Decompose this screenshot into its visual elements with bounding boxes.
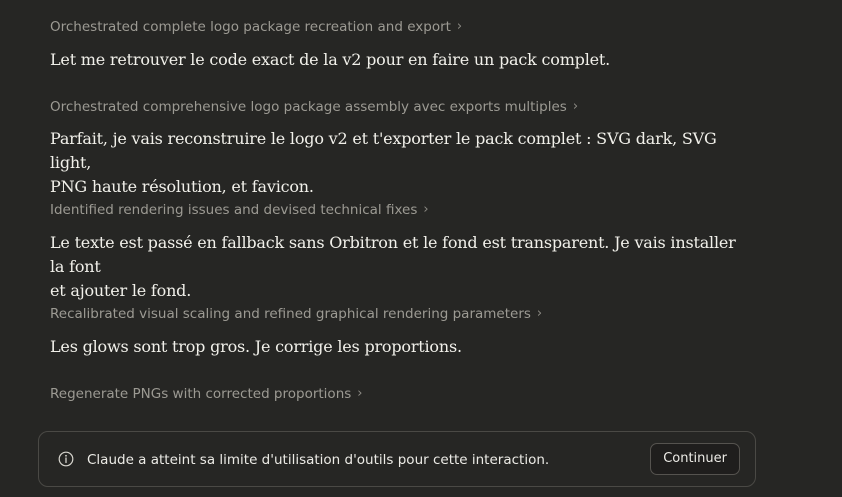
- tool-limit-notice: Claude a atteint sa limite d'utilisation…: [38, 431, 756, 487]
- step-label: Orchestrated comprehensive logo package …: [50, 99, 567, 115]
- assistant-message: Les glows sont trop gros. Je corrige les…: [50, 335, 740, 359]
- step-label: Orchestrated complete logo package recre…: [50, 19, 451, 35]
- step-summary-logo-package-recreation[interactable]: Orchestrated complete logo package recre…: [50, 18, 462, 37]
- chevron-right-icon: ›: [357, 386, 363, 401]
- chevron-right-icon: ›: [456, 19, 463, 34]
- step-label: Recalibrated visual scaling and refined …: [50, 306, 531, 322]
- step-summary-rendering-issues[interactable]: Identified rendering issues and devised …: [50, 201, 429, 220]
- step-summary-regenerate-pngs[interactable]: Regenerate PNGs with corrected proportio…: [50, 385, 362, 404]
- message-line: Parfait, je vais reconstruire le logo v2…: [50, 129, 717, 172]
- message-line: Le texte est passé en fallback sans Orbi…: [50, 233, 736, 276]
- continue-button[interactable]: Continuer: [650, 443, 740, 475]
- step-summary-visual-scaling[interactable]: Recalibrated visual scaling and refined …: [50, 305, 542, 324]
- chevron-right-icon: ›: [536, 306, 543, 321]
- message-text: Let me retrouver le code exact de la v2 …: [50, 50, 611, 69]
- message-line: et ajouter le fond.: [50, 281, 192, 300]
- info-icon: [58, 451, 74, 467]
- message-text: Les glows sont trop gros. Je corrige les…: [50, 337, 462, 356]
- chevron-right-icon: ›: [572, 99, 579, 114]
- step-label: Identified rendering issues and devised …: [50, 202, 418, 218]
- message-line: PNG haute résolution, et favicon.: [50, 177, 314, 196]
- chevron-right-icon: ›: [423, 202, 429, 217]
- assistant-message: Let me retrouver le code exact de la v2 …: [50, 48, 740, 72]
- assistant-message: Le texte est passé en fallback sans Orbi…: [50, 231, 740, 303]
- notice-text: Claude a atteint sa limite d'utilisation…: [87, 452, 550, 468]
- step-summary-logo-package-assembly[interactable]: Orchestrated comprehensive logo package …: [50, 98, 578, 117]
- assistant-message: Parfait, je vais reconstruire le logo v2…: [50, 127, 740, 199]
- step-label: Regenerate PNGs with corrected proportio…: [50, 386, 352, 402]
